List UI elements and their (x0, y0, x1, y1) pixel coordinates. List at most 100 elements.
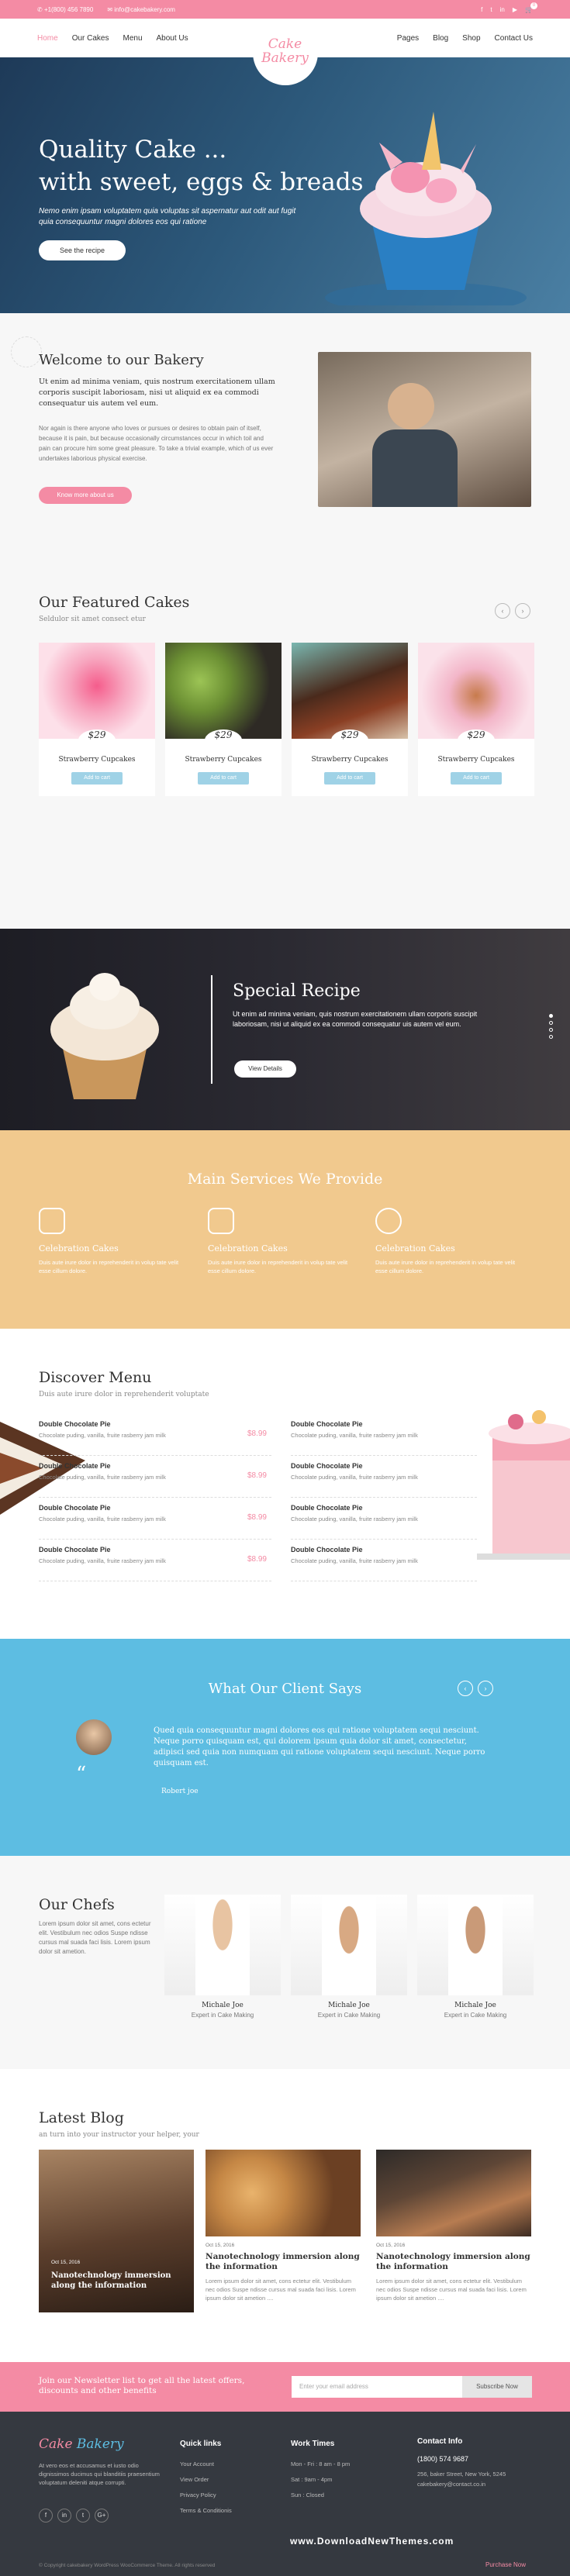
phone-info[interactable]: ✆ +1(800) 456 7890 (37, 6, 93, 13)
hours-line: Sun : Closed (291, 2492, 324, 2498)
slider-dot[interactable] (549, 1021, 553, 1025)
email-info[interactable]: ✉ info@cakebakery.com (107, 6, 175, 13)
chef-role: Expert in Cake Making (317, 2012, 381, 2019)
nav-about[interactable]: About Us (157, 34, 188, 43)
contact-info: Contact Info (1800) 574 9687 256, baker … (417, 2436, 534, 2489)
know-more-button[interactable]: Know more about us (39, 487, 132, 504)
blog-excerpt: Lorem ipsum dolor sit amet, cons ectetur… (376, 2278, 527, 2302)
contact-phone: (1800) 574 9687 (417, 2455, 469, 2463)
nav-home[interactable]: Home (37, 34, 58, 43)
cart-icon[interactable]: 🛒 0 (525, 2, 537, 13)
blog-post[interactable]: Oct 15, 2016 Nanotechnology immersion al… (39, 2150, 194, 2312)
cake-card[interactable]: $29 Strawberry Cupcakes Add to cart (418, 643, 534, 796)
prev-arrow-icon[interactable]: ‹ (458, 1681, 473, 1696)
blog-post[interactable]: Oct 15, 2016 Nanotechnology immersion al… (206, 2150, 361, 2302)
service-text: Duis aute irure dolor in reprehenderit i… (39, 1259, 179, 1274)
menu-item-name: Double Chocolate Pie (291, 1546, 363, 1554)
nav-menu[interactable]: Menu (123, 34, 142, 43)
menu-item[interactable]: Double Chocolate Pie Chocolate puding, va… (291, 1498, 477, 1540)
view-details-button[interactable]: View Details (234, 1060, 296, 1078)
menu-item[interactable]: Double Chocolate Pie Chocolate puding, va… (39, 1414, 271, 1456)
blog-post-title[interactable]: Nanotechnology immersion along the infor… (51, 2271, 183, 2291)
facebook-icon[interactable]: f (481, 6, 482, 13)
nav-shop[interactable]: Shop (462, 34, 480, 43)
service-title: Celebration Cakes (375, 1243, 455, 1254)
service-title: Celebration Cakes (39, 1243, 119, 1254)
contact-address: 256, baker Street, New York, 5245 (417, 2471, 506, 2478)
service-item: Celebration Cakes Duis aute irure dolor … (208, 1208, 351, 1275)
service-text: Duis aute irure dolor in reprehenderit i… (375, 1259, 516, 1274)
menu-item-name: Double Chocolate Pie (291, 1504, 363, 1512)
add-to-cart-button[interactable]: Add to cart (71, 772, 123, 785)
contact-email[interactable]: cakebakery@contact.co.in (417, 2479, 534, 2489)
blog-post[interactable]: Oct 15, 2016 Nanotechnology immersion al… (376, 2150, 531, 2302)
facebook-icon[interactable]: f (39, 2509, 53, 2523)
blog-post-title[interactable]: Nanotechnology immersion along the infor… (376, 2252, 531, 2272)
next-arrow-icon[interactable]: › (515, 603, 530, 619)
top-bar: ✆ +1(800) 456 7890 ✉ info@cakebakery.com… (0, 0, 570, 19)
twitter-icon[interactable]: t (76, 2509, 90, 2523)
linkedin-icon[interactable]: in (500, 6, 505, 13)
add-to-cart-button[interactable]: Add to cart (451, 772, 502, 785)
cake-image (165, 643, 282, 739)
nav-our-cakes[interactable]: Our Cakes (72, 34, 109, 43)
blog-post-title[interactable]: Nanotechnology immersion along the infor… (206, 2252, 361, 2272)
footer-link[interactable]: Terms & Conditionis (180, 2503, 232, 2519)
slider-dot[interactable] (549, 1014, 553, 1018)
chef-card[interactable]: Michale Joe Expert in Cake Making (291, 1895, 407, 2019)
email-input[interactable]: Enter your email address (292, 2376, 462, 2398)
testimonial-section: What Our Client Says ‹ › “ Qued quia con… (0, 1639, 570, 1856)
cake-name: Strawberry Cupcakes (185, 756, 262, 764)
footer-link[interactable]: Privacy Policy (180, 2488, 232, 2503)
cake-name: Strawberry Cupcakes (311, 756, 389, 764)
hero-title-line2: with sweet, eggs & breads (39, 168, 364, 196)
add-to-cart-button[interactable]: Add to cart (198, 772, 249, 785)
cake-card[interactable]: $29 Strawberry Cupcakes Add to cart (39, 643, 155, 796)
youtube-icon[interactable]: ▶ (513, 6, 517, 13)
blog-image (206, 2150, 361, 2236)
cake-icon (39, 1208, 65, 1234)
menu-item[interactable]: Double Chocolate Pie Chocolate puding, va… (291, 1540, 477, 1581)
blog-excerpt: Lorem ipsum dolor sit amet, cons ectetur… (206, 2278, 356, 2302)
add-to-cart-button[interactable]: Add to cart (324, 772, 375, 785)
next-arrow-icon[interactable]: › (478, 1681, 493, 1696)
subscribe-button[interactable]: Subscribe Now (462, 2376, 532, 2398)
service-text: Duis aute irure dolor in reprehenderit i… (208, 1259, 348, 1274)
footer-link[interactable]: Your Account (180, 2457, 232, 2472)
prev-arrow-icon[interactable]: ‹ (495, 603, 510, 619)
special-text: Ut enim ad minima veniam, quis nostrum e… (233, 1010, 478, 1028)
slider-dot[interactable] (549, 1028, 553, 1032)
google-plus-icon[interactable]: G+ (95, 2509, 109, 2523)
chef-card[interactable]: Michale Joe Expert in Cake Making (417, 1895, 534, 2019)
menu-title: Discover Menu (39, 1369, 152, 1386)
menu-item[interactable]: Double Chocolate Pie Chocolate puding, va… (39, 1498, 271, 1540)
see-recipe-button[interactable]: See the recipe (39, 240, 126, 260)
discover-menu-section: Discover Menu Duis aute irure dolor in r… (0, 1329, 570, 1639)
slider-dots (549, 1014, 553, 1039)
quick-links: Quick links Your Account View Order Priv… (180, 2436, 232, 2519)
cake-card[interactable]: $29 Strawberry Cupcakes Add to cart (292, 643, 408, 796)
email-text: info@cakebakery.com (114, 5, 175, 13)
footer-link[interactable]: View Order (180, 2472, 232, 2488)
purchase-now-link[interactable]: Purchase Now (485, 2561, 526, 2568)
menu-item[interactable]: Double Chocolate Pie Chocolate puding, va… (291, 1456, 477, 1498)
layer-cake-image (477, 1410, 570, 1560)
work-times-title: Work Times (291, 2440, 335, 2448)
blog-date: Oct 15, 2016 (51, 2260, 81, 2265)
menu-item[interactable]: Double Chocolate Pie Chocolate puding, va… (39, 1456, 271, 1498)
cake-image (418, 643, 534, 739)
nav-pages[interactable]: Pages (397, 34, 419, 43)
nav-blog[interactable]: Blog (433, 34, 448, 43)
linkedin-icon[interactable]: in (57, 2509, 71, 2523)
cake-card[interactable]: $29 Strawberry Cupcakes Add to cart (165, 643, 282, 796)
slider-dot[interactable] (549, 1035, 553, 1039)
twitter-icon[interactable]: t (490, 6, 492, 13)
nav-contact[interactable]: Contact Us (495, 34, 533, 43)
testimonial-author: Robert joe (161, 1788, 199, 1795)
chef-card[interactable]: Michale Joe Expert in Cake Making (164, 1895, 281, 2019)
footer-logo[interactable]: Cake Bakery (39, 2436, 124, 2452)
menu-item[interactable]: Double Chocolate Pie Chocolate puding, va… (39, 1540, 271, 1581)
cake-price: $29 (214, 729, 233, 740)
site-logo[interactable]: Cake Bakery (252, 20, 318, 85)
menu-item[interactable]: Double Chocolate Pie Chocolate puding, va… (291, 1414, 477, 1456)
